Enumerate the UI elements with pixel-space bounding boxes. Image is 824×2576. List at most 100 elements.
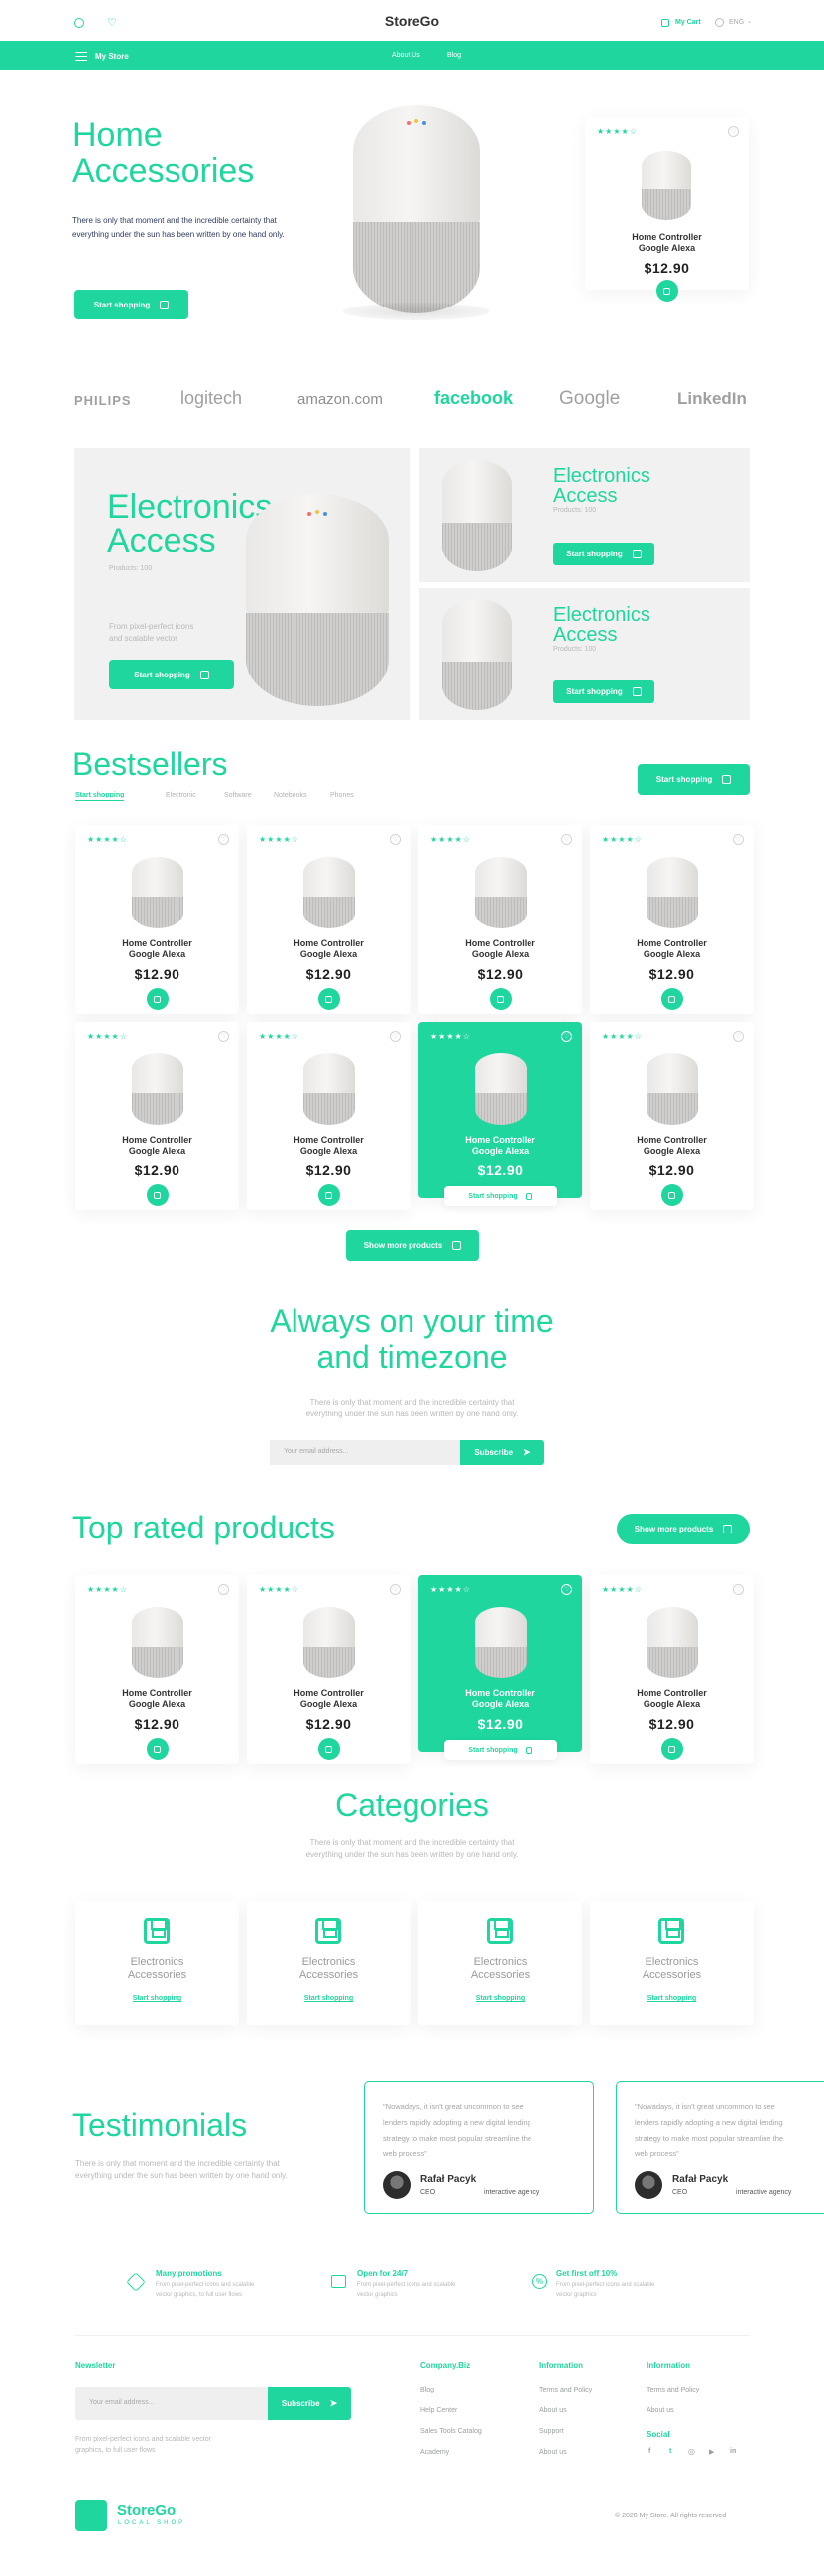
testimonial-quote-line1: "Nowadays, it isn't great uncommon to se… (383, 2102, 524, 2111)
product-card[interactable]: ★★★★☆ ♡ Home Controller Google Alexa $12.… (418, 825, 582, 1014)
heart-icon[interactable]: ♡ (561, 1031, 572, 1042)
product-card[interactable]: ★★★★☆ ♡ Home Controller Google Alexa $12.… (590, 825, 754, 1014)
product-card[interactable]: ★★★★☆ ♡ Home Controller Google Alexa $12.… (75, 1022, 239, 1210)
product-card[interactable]: ★★★★☆ ♡ Home Controller Google Alexa $12.… (590, 1575, 754, 1764)
newsletter-subscribe-button[interactable]: Subscribe ➤ (460, 1440, 544, 1465)
promo-big-start-shopping-button[interactable]: Start shopping (109, 660, 234, 689)
heart-icon[interactable]: ♡ (390, 1584, 401, 1595)
footer-logo-mark[interactable] (75, 2500, 107, 2531)
heart-icon[interactable]: ♡ (561, 1584, 572, 1595)
footer-link[interactable]: Terms and Policy (647, 2387, 699, 2393)
top-rated-title: Top rated products (72, 1510, 336, 1545)
promo-small-start-shopping-button[interactable]: Start shopping (553, 543, 654, 565)
add-to-cart-button[interactable] (317, 988, 340, 1010)
bestsellers-tab-software[interactable]: Software (224, 792, 252, 798)
product-card-highlighted[interactable]: ★★★★☆ ♡ Home Controller Google Alexa $12.… (418, 1022, 582, 1206)
bag-icon (160, 300, 170, 309)
footer-link[interactable]: Terms and Policy (539, 2387, 592, 2393)
product-name-line1: Home Controller (637, 1135, 707, 1145)
nav-link-about[interactable]: About Us (392, 52, 420, 59)
bestsellers-show-more-button[interactable]: Show more products (346, 1230, 479, 1261)
footer-link[interactable]: About us (539, 2449, 567, 2456)
add-to-cart-button[interactable] (660, 1184, 683, 1206)
footer-brand[interactable]: StoreGo (117, 2502, 176, 2518)
add-to-cart-button[interactable] (146, 1738, 169, 1760)
product-card[interactable]: ★★★★☆ ♡ Home Controller Google Alexa $12.… (247, 825, 411, 1014)
testimonial-role: CEO (672, 2189, 688, 2196)
footer-link[interactable]: Sales Tools Catalog (420, 2428, 482, 2435)
heart-icon[interactable]: ♡ (218, 834, 229, 845)
category-link[interactable]: Start shopping (418, 1995, 582, 2002)
footer-link[interactable]: Academy (420, 2449, 449, 2456)
bestsellers-tab-phones[interactable]: Phones (330, 792, 354, 798)
linkedin-icon[interactable]: in (730, 2448, 736, 2455)
heart-icon[interactable]: ♡ (390, 834, 401, 845)
add-to-cart-button[interactable] (660, 988, 683, 1010)
product-card[interactable]: ★★★★☆ ♡ Home Controller Google Alexa $12.… (247, 1575, 411, 1764)
category-card[interactable]: Electronics Accessories Start shopping (590, 1901, 754, 2025)
product-card[interactable]: ★★★★☆ ♡ Home Controller Google Alexa $12.… (247, 1022, 411, 1210)
promo-small-start-shopping-button[interactable]: Start shopping (553, 680, 654, 703)
menu-icon[interactable] (75, 52, 87, 61)
footer-link[interactable]: About us (647, 2407, 674, 2414)
product-card[interactable]: ★★★★☆ ♡ Home Controller Google Alexa $12.… (75, 1575, 239, 1764)
product-image (303, 1053, 355, 1125)
product-image (475, 1607, 527, 1678)
product-card-highlighted[interactable]: ★★★★☆ ♡ Home Controller Google Alexa $12.… (418, 1575, 582, 1760)
start-shopping-button[interactable]: Start shopping (443, 1186, 557, 1206)
add-to-cart-button[interactable] (317, 1184, 340, 1206)
heart-icon[interactable]: ♡ (733, 834, 744, 845)
footer-link[interactable]: Blog (420, 2387, 434, 2393)
footer-email-input[interactable]: Your email address... (75, 2387, 268, 2420)
cart-icon[interactable] (661, 19, 669, 27)
category-card[interactable]: Electronics Accessories Start shopping (75, 1901, 239, 2025)
category-link[interactable]: Start shopping (75, 1995, 239, 2002)
bestsellers-tab-notebooks[interactable]: Notebooks (274, 792, 306, 798)
product-image (642, 151, 691, 220)
add-to-cart-button[interactable] (489, 988, 512, 1010)
cart-link[interactable]: My Cart (675, 19, 701, 26)
hero-start-shopping-button[interactable]: Start shopping (74, 290, 188, 319)
testimonials-title: Testimonials (72, 2107, 248, 2143)
instagram-icon[interactable]: ◎ (688, 2447, 695, 2456)
rating-stars: ★★★★☆ (597, 127, 638, 136)
hero-product-card[interactable]: ★★★★☆ ♡ Home Controller Google Alexa $12… (585, 117, 749, 302)
newsletter-email-input[interactable]: Your email address... (270, 1440, 460, 1465)
category-card[interactable]: Electronics Accessories Start shopping (418, 1901, 582, 2025)
add-to-cart-button[interactable] (317, 1738, 340, 1760)
add-to-cart-button[interactable] (146, 1184, 169, 1206)
bag-icon (723, 1525, 733, 1533)
heart-icon[interactable]: ♡ (733, 1031, 744, 1042)
add-to-cart-button[interactable] (655, 280, 678, 302)
globe-icon[interactable] (715, 18, 724, 27)
product-card[interactable]: ★★★★☆ ♡ Home Controller Google Alexa $12.… (590, 1022, 754, 1210)
product-card[interactable]: ★★★★☆ ♡ Home Controller Google Alexa $12.… (75, 825, 239, 1014)
bestsellers-tab-electronic[interactable]: Electronic (166, 792, 196, 798)
add-to-cart-button[interactable] (660, 1738, 683, 1760)
top-rated-show-more-button[interactable]: Show more products (617, 1514, 750, 1544)
footer-link[interactable]: About us (539, 2407, 567, 2414)
heart-icon[interactable]: ♡ (218, 1031, 229, 1042)
footer-subscribe-button[interactable]: Subscribe ➤ (268, 2387, 351, 2420)
bestsellers-tab-active[interactable]: Start shopping (75, 792, 125, 801)
facebook-icon[interactable]: f (648, 2448, 650, 2455)
youtube-icon[interactable]: ▶ (709, 2448, 714, 2456)
start-shopping-button[interactable]: Start shopping (443, 1740, 557, 1760)
heart-icon[interactable]: ♡ (390, 1031, 401, 1042)
heart-icon[interactable]: ♡ (733, 1584, 744, 1595)
twitter-icon[interactable]: t (669, 2448, 671, 2455)
bestsellers-start-shopping-button[interactable]: Start shopping (638, 764, 750, 795)
add-to-cart-button[interactable] (146, 988, 169, 1010)
language-select[interactable]: ENG (729, 19, 744, 26)
nav-menu-label[interactable]: My Store (95, 52, 129, 61)
category-link[interactable]: Start shopping (247, 1995, 411, 2002)
footer-link[interactable]: Support (539, 2428, 564, 2435)
category-link[interactable]: Start shopping (590, 1995, 754, 2002)
nav-link-blog[interactable]: Blog (447, 52, 461, 59)
category-card[interactable]: Electronics Accessories Start shopping (247, 1901, 411, 2025)
heart-icon[interactable]: ♡ (561, 834, 572, 845)
footer-link[interactable]: Help Center (420, 2407, 457, 2414)
heart-icon[interactable]: ♡ (218, 1584, 229, 1595)
heart-icon[interactable]: ♡ (728, 126, 739, 137)
product-image (303, 857, 355, 928)
